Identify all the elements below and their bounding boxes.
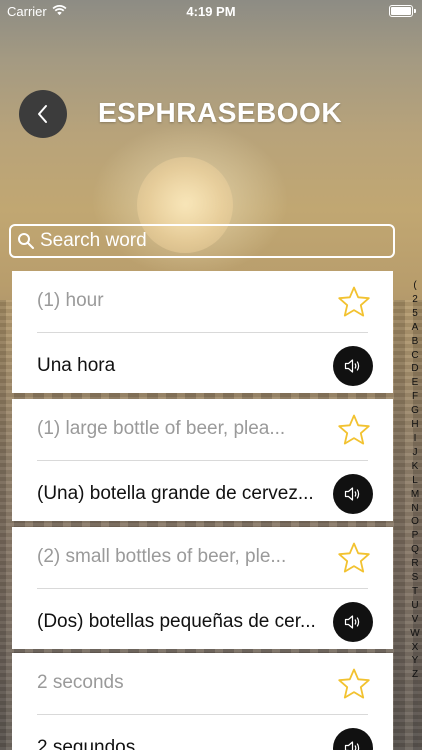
english-phrase: (2) small bottles of beer, ple... (37, 546, 287, 567)
speaker-icon (344, 487, 360, 501)
search-icon (18, 233, 34, 249)
index-letter[interactable]: N (411, 502, 418, 516)
play-sound-button[interactable] (333, 602, 373, 642)
index-letter[interactable]: P (412, 529, 419, 543)
index-letter[interactable]: T (412, 585, 418, 599)
search-input[interactable] (35, 230, 393, 252)
index-letter[interactable]: I (414, 432, 417, 446)
index-letter[interactable]: E (412, 376, 419, 390)
star-icon[interactable] (337, 667, 371, 701)
index-letter[interactable]: G (411, 404, 419, 418)
list-item[interactable]: (2) small bottles of beer, ple... (Dos) … (12, 527, 393, 649)
play-sound-button[interactable] (333, 728, 373, 750)
divider (37, 332, 368, 333)
index-letter[interactable]: U (411, 599, 418, 613)
index-letter[interactable]: Y (412, 654, 419, 668)
index-letter[interactable]: Q (411, 543, 419, 557)
index-letter[interactable]: X (412, 641, 419, 655)
index-letter[interactable]: D (411, 362, 418, 376)
spanish-phrase: (Una) botella grande de cervez... (37, 483, 314, 504)
chevron-left-icon (38, 105, 47, 123)
battery-icon (389, 5, 416, 17)
index-letter[interactable]: B (412, 335, 419, 349)
index-letter[interactable]: J (413, 446, 418, 460)
spanish-phrase: 2 segundos (37, 737, 136, 750)
english-phrase: (1) large bottle of beer, plea... (37, 418, 286, 439)
index-letter[interactable]: R (411, 557, 418, 571)
back-button[interactable] (19, 90, 67, 138)
speaker-icon (344, 741, 360, 750)
page-title: ESPHRASEBOOK (98, 97, 343, 128)
index-letter[interactable]: K (412, 460, 419, 474)
list-item[interactable]: 2 seconds 2 segundos (12, 653, 393, 750)
play-sound-button[interactable] (333, 346, 373, 386)
status-bar: Carrier 4:19 PM (0, 0, 422, 22)
speaker-icon (344, 359, 360, 373)
alphabet-index[interactable]: ( 2 5 A B C D E F G H I J K L M N O P Q … (408, 279, 422, 682)
spanish-phrase: (Dos) botellas pequeñas de cer... (37, 611, 316, 632)
speaker-icon (344, 615, 360, 629)
star-icon[interactable] (337, 541, 371, 575)
list-item[interactable]: (1) hour Una hora (12, 271, 393, 393)
app-screen: Carrier 4:19 PM ESPHRASEBOOK (1) hour Un… (0, 0, 422, 750)
index-letter[interactable]: M (411, 488, 419, 502)
index-letter[interactable]: 2 (412, 293, 418, 307)
search-bar (9, 224, 395, 258)
divider (37, 714, 368, 715)
english-phrase: (1) hour (37, 290, 104, 311)
index-letter[interactable]: L (412, 474, 418, 488)
index-letter[interactable]: S (412, 571, 419, 585)
index-letter[interactable]: ( (413, 279, 416, 293)
index-letter[interactable]: W (410, 627, 419, 641)
divider (37, 460, 368, 461)
index-letter[interactable]: V (412, 613, 419, 627)
divider (37, 588, 368, 589)
index-letter[interactable]: C (411, 349, 418, 363)
english-phrase: 2 seconds (37, 672, 124, 693)
index-letter[interactable]: 5 (412, 307, 418, 321)
index-letter[interactable]: F (412, 390, 418, 404)
star-icon[interactable] (337, 285, 371, 319)
index-letter[interactable]: Z (412, 668, 418, 682)
spanish-phrase: Una hora (37, 355, 116, 376)
index-letter[interactable]: H (411, 418, 418, 432)
play-sound-button[interactable] (333, 474, 373, 514)
status-time: 4:19 PM (186, 4, 236, 19)
star-icon[interactable] (337, 413, 371, 447)
index-letter[interactable]: A (412, 321, 419, 335)
index-letter[interactable]: O (411, 515, 419, 529)
list-item[interactable]: (1) large bottle of beer, plea... (Una) … (12, 399, 393, 521)
